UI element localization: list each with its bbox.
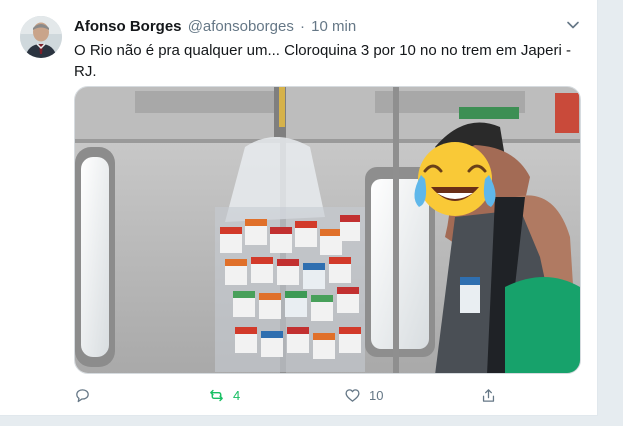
tweet-text: O Rio não é pra qualquer um... Cloroquin… bbox=[74, 42, 571, 80]
retweet-icon bbox=[210, 389, 223, 401]
tweet-actions: 4 10 bbox=[74, 384, 574, 406]
tweet-header: Afonso Borges @afonsoborges · 10 min bbox=[74, 18, 356, 35]
reply-button[interactable] bbox=[74, 384, 91, 406]
share-button[interactable] bbox=[480, 384, 497, 406]
tweet-timestamp[interactable]: 10 min bbox=[311, 18, 356, 35]
like-button[interactable]: 10 bbox=[344, 384, 383, 406]
chevron-down-icon[interactable] bbox=[566, 18, 580, 32]
tweet-card[interactable]: Afonso Borges @afonsoborges · 10 min O R… bbox=[0, 0, 598, 416]
avatar[interactable] bbox=[20, 16, 62, 58]
retweet-button[interactable]: 4 bbox=[208, 384, 240, 406]
author-name[interactable]: Afonso Borges bbox=[74, 18, 182, 35]
like-count: 10 bbox=[369, 387, 384, 403]
tweet-photo[interactable] bbox=[74, 86, 581, 374]
meta-separator: · bbox=[300, 18, 305, 35]
share-icon bbox=[482, 388, 495, 402]
retweet-count: 4 bbox=[233, 387, 241, 403]
author-handle[interactable]: @afonsoborges bbox=[188, 18, 294, 35]
heart-icon bbox=[345, 388, 360, 402]
reply-icon bbox=[76, 388, 89, 402]
